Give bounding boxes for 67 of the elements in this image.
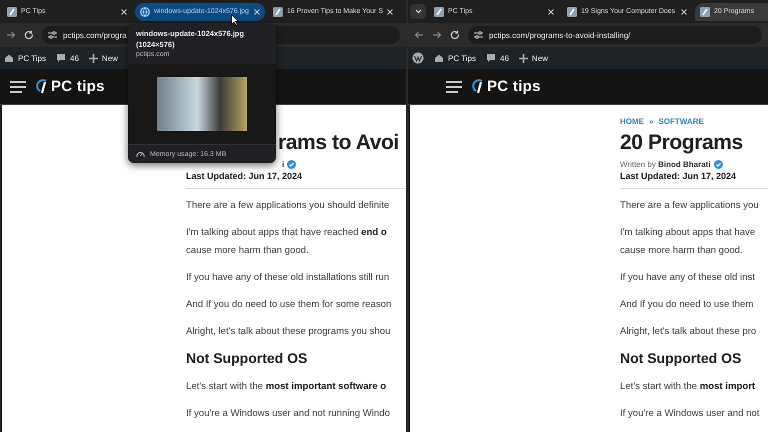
paragraph: And If you do need to use them [620,298,754,312]
close-icon[interactable] [681,8,687,14]
verified-icon [714,160,723,168]
author-line: Written by Binod Bharati [620,160,711,168]
close-icon[interactable] [121,8,127,14]
author-line: i [282,160,284,168]
paragraph: And If you do need to use them for some reason [186,298,392,312]
logo-mark-icon [472,78,485,94]
mouse-pointer-icon [231,14,239,26]
home-icon [434,53,444,63]
plus-icon [518,54,528,62]
breadcrumb-link[interactable]: HOME [620,116,644,126]
logo-mark-icon [36,78,49,94]
site-icon [7,6,17,16]
paragraph: Alright, let's talk about these pro [620,325,758,339]
site-logo[interactable]: PC tips [51,78,105,95]
admin-bar-link[interactable]: New [532,54,548,62]
breadcrumb-link[interactable]: SOFTWARE [658,116,704,126]
globe-icon [140,6,150,16]
reload-icon[interactable] [24,30,34,40]
article-title: 20 Programs [620,130,744,156]
paragraph: If you're a Windows user and not [620,407,760,421]
plus-icon [88,54,98,62]
site-icon [434,6,444,16]
admin-bar-link[interactable]: PC Tips [18,54,46,62]
site-icon [567,6,577,16]
forward-icon[interactable] [432,30,442,40]
paragraph: Let's start with the most import [620,380,756,394]
admin-bar-link[interactable]: PC Tips [448,54,476,62]
admin-bar-link[interactable]: New [102,54,118,62]
site-icon [273,6,283,16]
comment-icon [486,53,496,63]
site-settings-icon[interactable] [48,31,57,39]
site-logo[interactable]: PC tips [487,78,541,95]
admin-bar-link[interactable]: 46 [500,54,509,62]
paragraph: If you're a Windows user and not running Windo [186,407,391,421]
paragraph: There are a few applications you should definite [186,199,390,213]
close-icon[interactable] [548,8,554,14]
paragraph: Alright, let's talk about these programs you shou [186,325,392,339]
last-updated: Last Updated: Jun 17, 2024 [620,171,768,189]
close-icon[interactable] [387,8,393,14]
section-heading: Not Supported OS [186,350,308,366]
paragraph: If you have any of these old installations still run [186,271,390,285]
admin-bar-link[interactable]: 46 [70,54,79,62]
caret-icon [414,9,422,14]
paragraph: There are a few applications you [620,199,760,213]
close-icon[interactable] [254,8,260,14]
paragraph: I'm talking about apps that have cause more harm than good. [620,226,756,258]
verified-icon [287,160,296,168]
site-settings-icon[interactable] [474,31,483,39]
wordpress-logo-icon[interactable] [412,52,424,64]
paragraph: I'm talking about apps that have reached end o cause more harm than good. [186,226,388,258]
paragraph: Let's start with the most important software o [186,380,388,394]
menu-icon[interactable] [446,80,462,92]
tab-search-button[interactable] [410,4,426,19]
forward-icon[interactable] [6,30,16,40]
site-icon [700,6,710,16]
back-icon[interactable] [414,30,424,40]
address-bar[interactable]: pctips.com/programs-to-avoid-installing/ [468,26,762,44]
gauge-icon [136,150,145,158]
comment-icon [56,53,66,63]
home-icon [4,53,14,63]
article-title: rams to Avoi [278,130,400,156]
reload-icon[interactable] [450,30,460,40]
paragraph: If you have any of these old inst [620,271,756,285]
menu-icon[interactable] [10,80,26,92]
section-heading: Not Supported OS [620,350,742,366]
